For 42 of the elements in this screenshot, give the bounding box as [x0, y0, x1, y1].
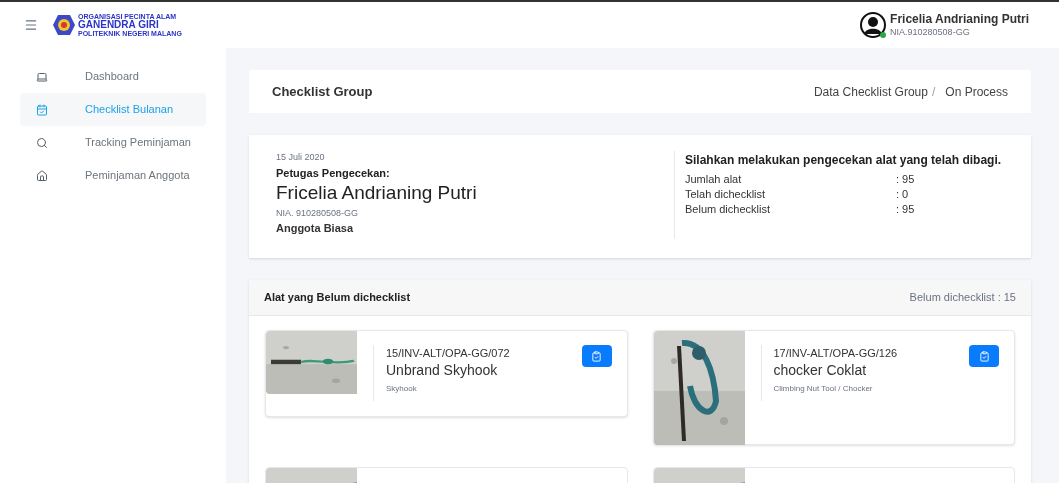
item-category: Skyhook — [386, 383, 418, 395]
menu-icon[interactable] — [24, 18, 38, 32]
instruction-text: Silahkan melakukan pengecekan alat yang telah dibagi. — [685, 152, 1003, 169]
stat-label: Telah dichecklist — [685, 187, 767, 202]
clipboard-check-icon — [978, 350, 990, 362]
stat-label: Jumlah alat — [685, 172, 743, 187]
sidebar-item[interactable]: Dashboard — [20, 60, 206, 93]
panel-title: Alat yang Belum dichecklist — [264, 290, 411, 306]
logo-name-text: GANENDRA GIRI — [78, 20, 160, 30]
stat-label: Belum dichecklist — [685, 202, 771, 217]
house-icon — [36, 169, 48, 182]
sidebar-item[interactable]: Checklist Bulanan — [20, 93, 206, 126]
breadcrumb-item[interactable]: Data Checklist Group — [813, 82, 928, 101]
clipboard-check-icon — [591, 350, 602, 362]
laptop-icon — [36, 70, 48, 83]
officer-id: NIA. 910280508-GG — [276, 206, 360, 220]
sidebar-item[interactable]: Peminjaman Anggota — [20, 159, 206, 192]
officer-name: Fricelia Andrianing Putri — [276, 181, 478, 205]
breadcrumb-separator: / — [931, 83, 936, 101]
stat-value: : 0 — [896, 187, 909, 202]
checklist-button[interactable] — [581, 345, 612, 367]
checklist-button[interactable] — [969, 345, 999, 367]
item-name: Unbrand Skyhook — [386, 361, 499, 379]
stat-value: : 95 — [896, 202, 915, 217]
page-title: Checklist Group — [272, 82, 373, 101]
logo-emblem-icon — [52, 14, 76, 36]
search-icon — [36, 136, 48, 149]
officer-label: Petugas Pengecekan: — [276, 165, 391, 181]
user-name: Fricelia Andrianing Putri — [890, 11, 1029, 27]
avatar-icon — [860, 12, 887, 38]
item-code: 15/INV-ALT/OPA-GG/072 — [386, 346, 511, 361]
user-id: NIA.910280508-GG — [890, 26, 971, 39]
stat-value: : 95 — [896, 172, 915, 187]
check-date: 15 Juli 2020 — [276, 151, 326, 164]
calendar-check-icon — [36, 103, 48, 116]
item-category: Climbing Nut Tool / Chocker — [773, 383, 874, 395]
item-name: chocker Coklat — [773, 361, 868, 379]
item-code: 17/INV-ALT/OPA-GG/126 — [773, 346, 899, 361]
unchecked-count: Belum dichecklist : 15 — [909, 290, 1016, 306]
sidebar-item[interactable]: Tracking Peminjaman — [20, 126, 206, 159]
breadcrumb-item: On Process — [945, 83, 1008, 101]
officer-role: Anggota Biasa — [276, 221, 355, 237]
